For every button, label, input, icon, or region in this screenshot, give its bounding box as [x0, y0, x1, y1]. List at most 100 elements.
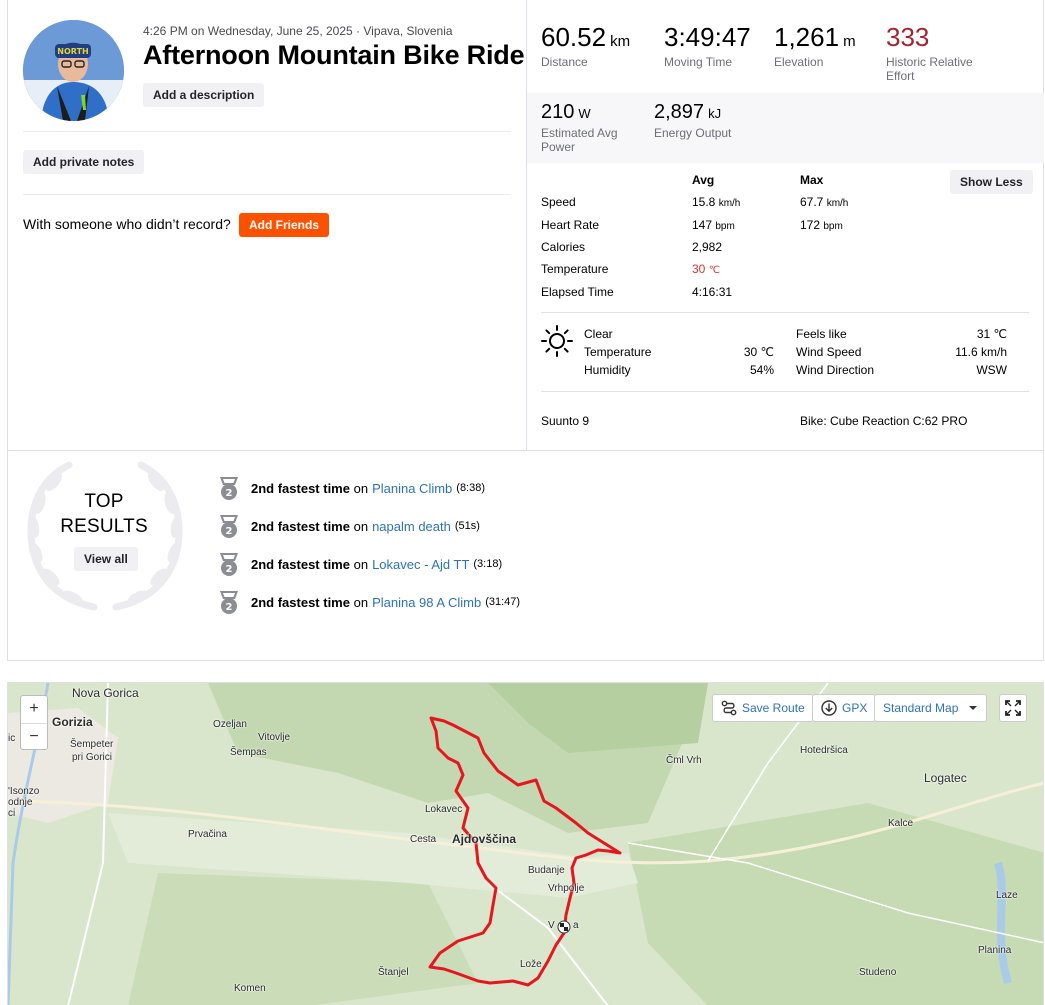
zoom-controls: + −: [20, 695, 48, 750]
fullscreen-button[interactable]: [999, 694, 1027, 722]
svg-text:2: 2: [226, 564, 233, 575]
heart-rate-avg: 147 bpm: [692, 218, 735, 232]
gpx-download-button[interactable]: GPX: [812, 694, 877, 722]
with-someone-text: With someone who didn’t record?: [23, 216, 231, 232]
athlete-avatar[interactable]: NORTH: [23, 20, 124, 121]
add-friends-button[interactable]: Add Friends: [239, 213, 330, 237]
activity-title: Afternoon Mountain Bike Ride: [143, 40, 525, 70]
energy-unit: kJ: [708, 106, 722, 121]
medal-icon: 2: [220, 553, 238, 576]
stat-energy: 2,897 kJ Energy Output: [654, 101, 731, 140]
speed-avg-unit: km/h: [718, 198, 741, 209]
add-description-button[interactable]: Add a description: [143, 83, 265, 107]
place-planina: Planina: [978, 945, 1012, 956]
feels-like-value: 31 ℃: [976, 327, 1007, 341]
heart-rate-avg-unit: bpm: [715, 221, 735, 232]
zoom-in-button[interactable]: +: [21, 696, 47, 723]
place-vitovlje: Vitovlje: [258, 732, 291, 743]
medal-icon: 2: [220, 477, 238, 500]
moving-time-value: 3:49:47: [664, 22, 751, 52]
heart-rate-max-value: 172: [800, 218, 821, 232]
result-item: 2 2nd fastest time on Planina Climb (8:3…: [217, 475, 485, 501]
save-route-label: Save Route: [742, 701, 805, 715]
speed-label: Speed: [541, 195, 576, 209]
result-item: 2 2nd fastest time on Planina 98 A Climb…: [217, 589, 520, 615]
elapsed-time-avg: 4:16:31: [692, 285, 733, 299]
activity-header: NORTH 4:26 PM on Wednesday, June 25, 202…: [8, 0, 526, 450]
place-isonzo-3: ci: [8, 808, 16, 819]
place-prvacina: Prvačina: [188, 829, 227, 840]
speed-avg-value: 15.8: [692, 195, 716, 209]
temperature-label: Temperature: [541, 262, 609, 276]
place-isonzo: 'Isonzo: [8, 786, 40, 797]
place-vipava: V: [548, 920, 555, 931]
medal-icon: 2: [220, 591, 238, 614]
top-results-heading-line1: TOP: [84, 491, 124, 512]
avg-power-value: 210: [541, 101, 575, 123]
heart-rate-label: Heart Rate: [541, 218, 600, 232]
show-less-button[interactable]: Show Less: [950, 170, 1033, 194]
top-results-heading: TOP RESULTS: [44, 489, 164, 539]
route-map[interactable]: Nova Gorica Gorizia Šempeter pri Gorici …: [7, 682, 1044, 1005]
sun-icon: [541, 325, 573, 357]
wind-speed-label: Wind Speed: [796, 345, 862, 359]
place-vrhpolje: Vrhpolje: [548, 883, 585, 894]
medal-icon: 2: [220, 515, 238, 538]
place-ajdovscina: Ajdovščina: [452, 832, 517, 846]
result-on-text: on: [353, 556, 369, 572]
caret-down-icon: [969, 706, 978, 710]
add-private-notes-button[interactable]: Add private notes: [23, 150, 145, 174]
segment-link[interactable]: Planina 98 A Climb: [372, 595, 481, 610]
segment-link[interactable]: Planina Climb: [372, 481, 452, 496]
activity-stats: 60.52 km Distance 3:49:47 Moving Time 1,2…: [526, 0, 1044, 450]
avatar-image-icon: NORTH: [23, 20, 124, 121]
result-on-text: on: [353, 518, 369, 534]
view-all-button[interactable]: View all: [74, 547, 138, 571]
distance-label: Distance: [541, 55, 588, 69]
map-terrain: [8, 683, 1043, 1005]
place-studeno: Studeno: [859, 967, 897, 978]
weather-temperature-label: Temperature: [584, 345, 652, 359]
segment-link[interactable]: napalm death: [372, 519, 451, 534]
top-results-section: TOP RESULTS View all 2 2nd fastest time …: [7, 451, 1044, 661]
divider: [541, 391, 1029, 392]
divider: [23, 194, 511, 195]
weather-temperature-value: 30 ℃: [743, 345, 774, 359]
heart-rate-max-unit: bpm: [823, 221, 843, 232]
place-sempas: Šempas: [230, 747, 267, 758]
place-cml-vrh: Čml Vrh: [666, 755, 702, 766]
place-ozeljan: Ozeljan: [213, 719, 247, 730]
stat-moving-time: 3:49:47 Moving Time: [664, 22, 751, 69]
activity-summary-card: NORTH 4:26 PM on Wednesday, June 25, 202…: [7, 0, 1044, 451]
zoom-out-button[interactable]: −: [21, 723, 47, 750]
elevation-label: Elevation: [774, 55, 824, 69]
result-time: (8:38): [456, 482, 486, 494]
bike-name[interactable]: Bike: Cube Reaction C:62 PRO: [800, 414, 967, 428]
stat-distance: 60.52 km Distance: [541, 22, 630, 69]
save-route-button[interactable]: Save Route: [712, 694, 814, 722]
segment-link[interactable]: Lokavec - Ajd TT: [372, 557, 469, 572]
result-time: (3:18): [473, 558, 503, 570]
map-type-label: Standard Map: [883, 701, 959, 715]
place-budanje: Budanje: [528, 865, 565, 876]
wind-direction-value: WSW: [976, 363, 1007, 377]
energy-label: Energy Output: [654, 126, 732, 140]
stat-relative-effort[interactable]: 333 Historic Relative Effort: [886, 22, 996, 83]
map-type-select[interactable]: Standard Map: [874, 694, 988, 722]
heart-rate-avg-value: 147: [692, 218, 713, 232]
activity-date-location: 4:26 PM on Wednesday, June 25, 2025 · Vi…: [143, 24, 453, 38]
result-rank-text: 2nd fastest time: [251, 556, 350, 572]
divider: [23, 131, 511, 132]
avg-power-label: Estimated Avg Power: [541, 126, 618, 154]
place-kalce: Kalce: [888, 818, 914, 829]
device-name: Suunto 9: [541, 414, 590, 428]
fullscreen-icon: [1005, 700, 1021, 716]
place-lokavec: Lokavec: [425, 804, 463, 815]
route-icon: [721, 700, 737, 716]
place-komen: Komen: [234, 983, 266, 994]
speed-max-value: 67.7: [800, 195, 824, 209]
temperature-avg-value: 30: [692, 262, 706, 276]
elapsed-time-label: Elapsed Time: [541, 285, 614, 299]
avg-power-unit: W: [578, 106, 591, 121]
place-laze: Laze: [996, 890, 1018, 901]
